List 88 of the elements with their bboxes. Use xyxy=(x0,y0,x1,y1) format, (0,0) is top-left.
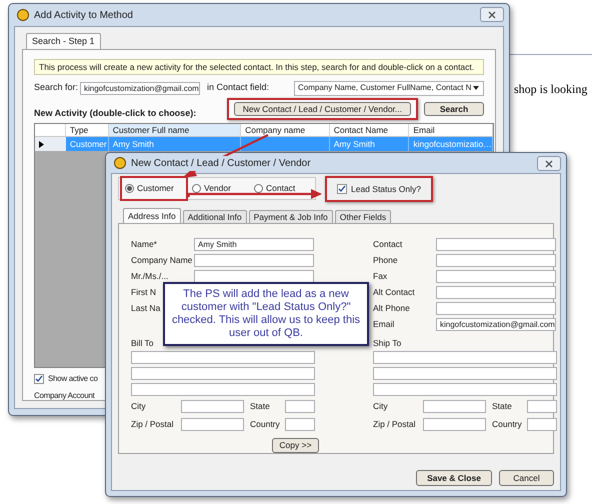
text-field[interactable] xyxy=(527,400,557,413)
app-icon xyxy=(114,157,126,169)
column-header: Email xyxy=(409,124,493,136)
column-header: Company name xyxy=(241,124,330,136)
text-field[interactable] xyxy=(373,383,557,396)
close-button[interactable] xyxy=(480,7,504,22)
field-label: Name* xyxy=(131,238,158,251)
text-field[interactable] xyxy=(527,418,557,431)
radio-option[interactable]: Vendor xyxy=(192,182,252,195)
field-label: Zip / Postal xyxy=(131,418,175,431)
button[interactable]: Search xyxy=(424,102,484,116)
text-field[interactable] xyxy=(131,351,315,364)
button[interactable]: Save & Close xyxy=(416,470,492,486)
field-label: Email xyxy=(373,318,396,331)
text-field[interactable] xyxy=(436,270,556,283)
tab[interactable]: Additional Info xyxy=(182,210,247,223)
text-field[interactable] xyxy=(423,400,486,413)
close-button[interactable] xyxy=(537,156,561,171)
copy-button[interactable]: Copy >> xyxy=(272,438,319,453)
table-cell: Amy Smith xyxy=(112,139,154,149)
tab[interactable]: Other Fields xyxy=(334,210,392,223)
field-label: City xyxy=(131,400,147,413)
field-label: Country xyxy=(250,418,281,431)
table-cell: Amy Smith xyxy=(334,139,375,149)
close-icon xyxy=(488,10,496,18)
text-field[interactable] xyxy=(131,383,315,396)
field-label: in Contact field: xyxy=(207,81,270,94)
field-label: Company Account xyxy=(34,390,96,402)
field-label: Ship To xyxy=(373,337,402,350)
info-banner: This process will create a new activity for the selected contact. In this step, search for and double-click on a contact. xyxy=(34,59,484,75)
document-text: shop is looking xyxy=(514,81,588,98)
field-label: Contact xyxy=(373,238,404,251)
text-field[interactable] xyxy=(373,367,557,380)
caret-icon xyxy=(472,85,480,91)
dropdown[interactable]: Company Name, Customer FullName, Contact N xyxy=(294,80,484,96)
checkbox-label: Show active co xyxy=(48,373,98,385)
text-field[interactable] xyxy=(423,418,486,431)
radio-option[interactable]: Contact xyxy=(254,182,296,195)
field-label: Last Na xyxy=(131,302,160,315)
radio-option[interactable]: Customer xyxy=(125,182,187,195)
text-field[interactable] xyxy=(436,302,556,315)
table-cell: kingofcustomizatio… xyxy=(413,139,492,149)
button[interactable]: New Contact / Lead / Customer / Vendor... xyxy=(234,102,411,116)
text-field[interactable]: kingofcustomization@gmail.com xyxy=(80,82,200,94)
text-field[interactable]: kingofcustomization@gmail.com xyxy=(436,318,556,331)
text-field[interactable] xyxy=(285,418,315,431)
button[interactable]: Cancel xyxy=(499,470,554,486)
field-label: Zip / Postal xyxy=(373,418,417,431)
column-header: Contact Name xyxy=(330,124,410,136)
field-label: Search for: xyxy=(34,81,80,94)
app-icon xyxy=(17,9,29,21)
text-field[interactable] xyxy=(181,400,244,413)
text-field[interactable] xyxy=(194,270,314,283)
text-field[interactable]: Amy Smith xyxy=(194,238,314,251)
text-field[interactable] xyxy=(131,367,315,380)
field-label: City xyxy=(373,400,389,413)
field-label: First N xyxy=(131,286,156,299)
field-label: State xyxy=(492,400,513,413)
close-icon xyxy=(545,160,553,168)
tab[interactable]: Search - Step 1 xyxy=(26,33,101,49)
window-title: Add Activity to Method xyxy=(34,8,133,22)
table-cell: Customer xyxy=(70,139,107,149)
field-label: Phone xyxy=(373,254,399,267)
checkbox[interactable] xyxy=(34,374,44,384)
tab[interactable]: Payment & Job Info xyxy=(248,210,333,223)
field-label: Company Name xyxy=(131,254,194,267)
field-label: Alt Contact xyxy=(373,286,416,299)
text-field[interactable] xyxy=(436,286,556,299)
checkbox-label: Lead Status Only? xyxy=(351,182,421,196)
field-label: Alt Phone xyxy=(373,302,411,315)
text-field[interactable] xyxy=(285,400,315,413)
window-title: New Contact / Lead / Customer / Vendor xyxy=(131,156,311,170)
text-field[interactable] xyxy=(181,418,244,431)
column-header: Customer Full name xyxy=(108,124,242,136)
field-label: Country xyxy=(492,418,523,431)
text-field[interactable] xyxy=(373,351,557,364)
text-field[interactable] xyxy=(436,254,556,267)
current-row-icon xyxy=(39,140,44,148)
callout: The PS will add the lead as a new customer with "Lead Status Only?" checked. This will allow us to keep this user out of QB. xyxy=(163,282,369,346)
checkbox[interactable] xyxy=(337,184,347,194)
field-label: Fax xyxy=(373,270,388,283)
field-label: State xyxy=(250,400,271,413)
field-label: Bill To xyxy=(131,337,154,350)
field-label: Mr./Ms./... xyxy=(131,270,170,283)
tab[interactable]: Address Info xyxy=(123,208,181,223)
text-field[interactable] xyxy=(194,254,314,267)
section-label: New Activity (double-click to choose): xyxy=(34,107,196,120)
text-field[interactable] xyxy=(436,238,556,251)
